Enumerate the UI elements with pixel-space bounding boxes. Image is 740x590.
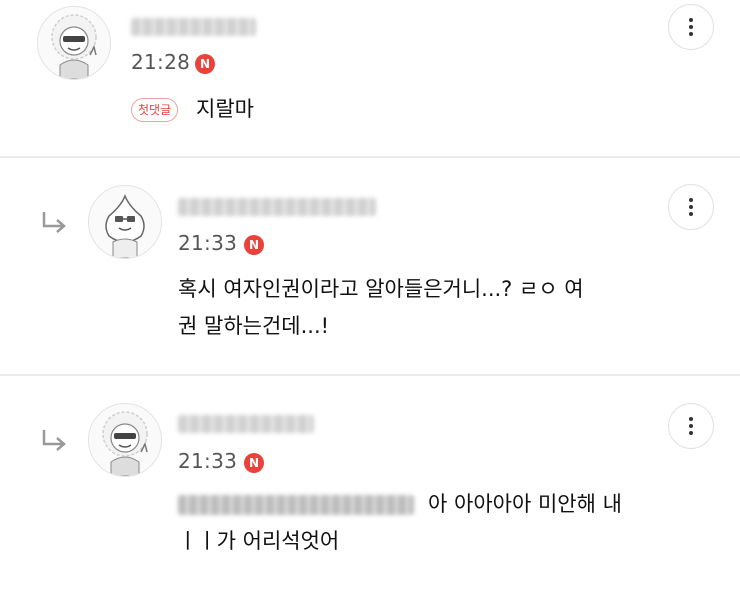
avatar[interactable] bbox=[88, 403, 162, 477]
more-vertical-icon bbox=[689, 198, 693, 202]
first-comment-badge: 첫댓글 bbox=[131, 98, 179, 122]
reply-comment-item: 21:33 N 혹시 여자인권이라고 알아들은거니...? ㄹㅇ 여 권 말하는… bbox=[0, 158, 740, 374]
reply-arrow-icon bbox=[42, 212, 66, 233]
more-options-button[interactable] bbox=[668, 4, 714, 50]
avatar[interactable] bbox=[88, 185, 162, 259]
more-options-button[interactable] bbox=[668, 184, 714, 230]
nickname-blurred[interactable] bbox=[178, 198, 376, 216]
reply-arrow-icon bbox=[42, 430, 66, 451]
comment-text-line: ㅣㅣ가 어리석엇어 bbox=[178, 529, 340, 553]
comment-text: 아 아아아아 미안해 내 ㅣㅣ가 어리석엇어 bbox=[178, 486, 622, 560]
more-vertical-icon bbox=[689, 417, 693, 421]
new-badge-icon: N bbox=[244, 453, 264, 473]
nickname-blurred[interactable] bbox=[131, 18, 256, 36]
comment-time: 21:33 bbox=[178, 231, 238, 255]
new-badge-icon: N bbox=[195, 54, 215, 74]
reply-comment-item: 21:33 N 아 아아아아 미안해 내 ㅣㅣ가 어리석엇어 bbox=[0, 376, 740, 590]
new-badge-icon: N bbox=[244, 235, 264, 255]
comment-text: 지랄마 bbox=[196, 97, 254, 121]
comment-time: 21:28 bbox=[131, 50, 191, 74]
mention-blurred[interactable] bbox=[178, 495, 414, 515]
comment-text-line: 혹시 여자인권이라고 알아들은거니...? ㄹㅇ 여 bbox=[178, 277, 584, 301]
more-options-button[interactable] bbox=[668, 403, 714, 449]
nickname-blurred[interactable] bbox=[178, 415, 314, 433]
avatar[interactable] bbox=[37, 6, 111, 80]
comment-text-line: 아 아아아아 미안해 내 bbox=[428, 492, 622, 516]
comment-text: 혹시 여자인권이라고 알아들은거니...? ㄹㅇ 여 권 말하는건데...! bbox=[178, 271, 584, 345]
comment-time: 21:33 bbox=[178, 449, 238, 473]
comment-text-line: 권 말하는건데...! bbox=[178, 314, 330, 338]
more-vertical-icon bbox=[689, 18, 693, 22]
comment-item: 21:28 N 첫댓글 지랄마 bbox=[0, 0, 740, 156]
